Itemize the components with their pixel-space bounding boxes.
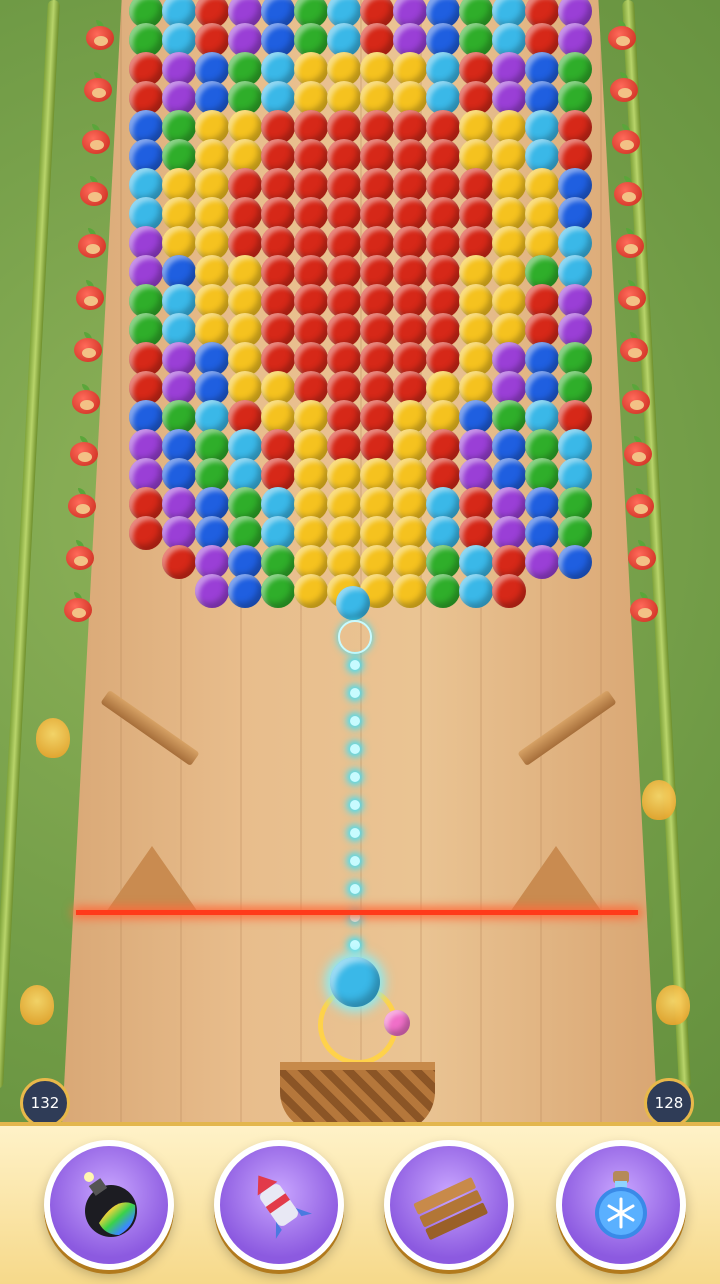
apple-critter-icon — [622, 540, 662, 576]
bubble — [162, 545, 196, 579]
freeze-potion-booster[interactable] — [556, 1140, 686, 1270]
flame-decoration — [36, 718, 70, 758]
next-bubble[interactable] — [384, 1010, 410, 1036]
apple-critter-icon — [78, 72, 118, 108]
apple-critter-icon — [624, 592, 664, 628]
aim-dot — [350, 940, 360, 950]
wood-planks-booster[interactable] — [384, 1140, 514, 1270]
apple-critter-icon — [614, 332, 654, 368]
bubble — [261, 574, 295, 608]
left-counter-value: 132 — [30, 1093, 60, 1112]
apple-critter-icon — [608, 176, 648, 212]
bubble — [525, 545, 559, 579]
apple-critter-icon — [58, 592, 98, 628]
apple-critter-icon — [610, 228, 650, 264]
bubble — [492, 574, 526, 608]
aim-dot — [350, 856, 360, 866]
apple-critter-icon — [616, 384, 656, 420]
right-bumper — [510, 846, 602, 912]
flame-decoration — [642, 780, 676, 820]
bubble — [195, 574, 229, 608]
wood-planks-icon — [413, 1177, 488, 1240]
apple-critter-icon — [66, 384, 106, 420]
snowflake-potion-icon — [595, 1171, 647, 1239]
booster-toolbar — [0, 1122, 720, 1284]
left-counter: 132 — [20, 1078, 70, 1128]
rainbow-bomb-booster[interactable] — [44, 1140, 174, 1270]
apple-critter-icon — [80, 20, 120, 56]
apple-critter-icon — [618, 436, 658, 472]
apple-critter-icon — [612, 280, 652, 316]
rocket-booster[interactable] — [214, 1140, 344, 1270]
bubble — [393, 574, 427, 608]
apple-critter-icon — [68, 332, 108, 368]
rocket-icon — [257, 1175, 312, 1239]
aim-dot — [350, 828, 360, 838]
bubble — [336, 586, 370, 620]
aim-dot — [350, 884, 360, 894]
flame-decoration — [20, 985, 54, 1025]
right-counter: 128 — [644, 1078, 694, 1128]
bubble — [558, 545, 592, 579]
bubble — [228, 574, 262, 608]
danger-laser-line — [76, 910, 638, 915]
aim-dot — [350, 800, 360, 810]
current-bubble[interactable] — [330, 957, 380, 1007]
apple-critter-icon — [76, 124, 116, 160]
apple-critter-icon — [74, 176, 114, 212]
bubble — [129, 516, 163, 550]
apple-critter-icon — [64, 436, 104, 472]
bubble — [426, 574, 460, 608]
left-bumper — [106, 846, 198, 912]
aim-dot — [350, 688, 360, 698]
apple-critter-icon — [606, 124, 646, 160]
apple-critter-icon — [602, 20, 642, 56]
aim-dot — [350, 772, 360, 782]
apple-critter-icon — [620, 488, 660, 524]
bubble — [294, 574, 328, 608]
aim-dot — [350, 660, 360, 670]
apple-critter-icon — [60, 540, 100, 576]
aim-dot — [350, 744, 360, 754]
apple-critter-icon — [62, 488, 102, 524]
right-counter-value: 128 — [654, 1093, 684, 1112]
bubble — [459, 574, 493, 608]
aim-target-ring — [338, 620, 372, 654]
flame-decoration — [656, 985, 690, 1025]
apple-critter-icon — [70, 280, 110, 316]
left-bamboo-pole — [0, 0, 60, 1089]
apple-critter-icon — [72, 228, 112, 264]
aim-dot — [350, 716, 360, 726]
apple-critter-icon — [604, 72, 644, 108]
rainbow-bomb-icon — [84, 1172, 137, 1237]
